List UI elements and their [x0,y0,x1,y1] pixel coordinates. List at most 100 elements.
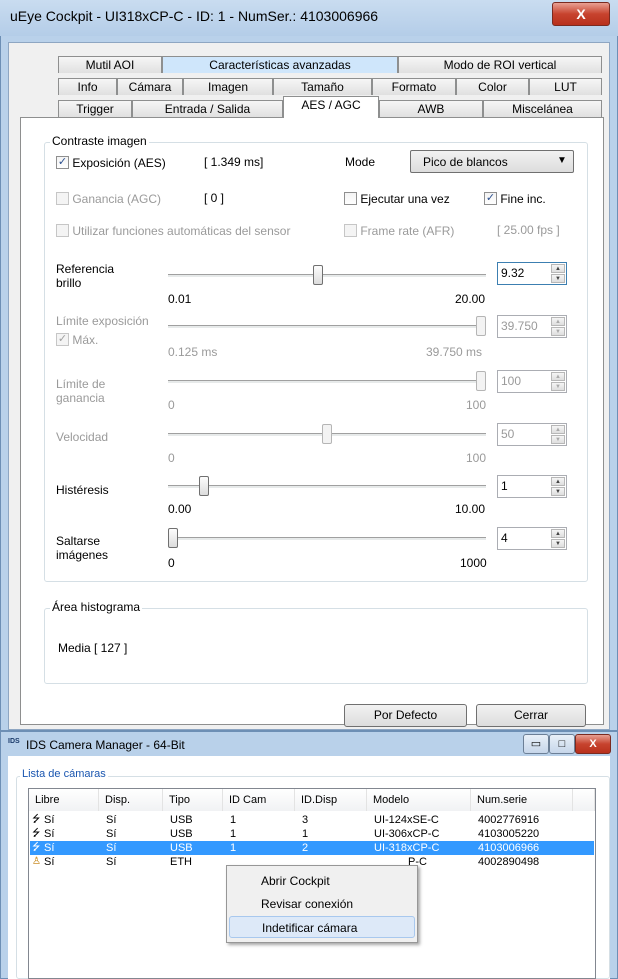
table-row[interactable]: ⭍ Sí Sí USB 1 1 UI-306xCP-C 4103005220 [30,827,594,841]
usb-icon: ⭍ [32,842,41,853]
spin-up-icon[interactable]: ▲ [551,425,565,434]
spin-down-icon[interactable]: ▼ [551,539,565,548]
spin-up-icon[interactable]: ▲ [551,477,565,486]
minimize-button[interactable]: ▭ [523,734,549,754]
exposure-checkbox[interactable]: ✓ [56,156,69,170]
column-header-numserie[interactable]: Num.serie [471,789,573,811]
spin-up-icon[interactable]: ▲ [551,317,565,326]
tab-awb[interactable]: AWB [379,100,483,117]
spinbox-value: 100 [501,374,522,388]
tab-multi-aoi[interactable]: Mutil AOI [58,56,162,73]
column-header-iddisp[interactable]: ID.Disp [295,789,367,811]
slider-max-label: 100 [466,451,487,465]
spin-up-icon[interactable]: ▲ [551,372,565,381]
menu-item-identify-camera[interactable]: Indetificar cámara [229,916,415,938]
slider-thumb[interactable] [322,424,332,444]
slider-thumb[interactable] [198,476,209,496]
column-header-libre[interactable]: Libre [29,789,99,811]
exposure-value: [ 1.349 ms] [204,155,264,169]
tab-lut[interactable]: LUT [529,78,602,95]
column-header-modelo[interactable]: Modelo [367,789,471,811]
spin-up-icon[interactable]: ▲ [551,264,565,273]
spin-down-icon[interactable]: ▼ [551,382,565,391]
spin-down-icon[interactable]: ▼ [551,487,565,496]
tab-size[interactable]: Tamaño [273,78,372,95]
tab-format[interactable]: Formato [372,78,456,95]
tab-trigger[interactable]: Trigger [58,100,132,117]
slider-label: Referencia brillo [56,262,115,290]
spinbox-value: 9.32 [501,266,525,280]
slider-track [168,380,486,384]
usb-icon: ⭍ [32,828,41,839]
tab-info[interactable]: Info [58,78,117,95]
slider-value-spinbox[interactable]: 100 ▲ ▼ [497,370,567,393]
frame-rate-checkbox-row[interactable]: Frame rate (AFR) [344,223,454,238]
column-header-filler [573,789,595,811]
slider-track [168,325,486,329]
maximize-icon: □ [558,738,566,750]
gain-checkbox[interactable] [56,192,69,206]
default-button[interactable]: Por Defecto [344,704,467,727]
gain-label: Ganancia (AGC) [72,191,162,206]
table-row-selected[interactable]: ⭍ Sí Sí USB 1 2 UI-318xCP-C 4103006966 [30,841,594,855]
column-header-idcam[interactable]: ID Cam [223,789,295,811]
cell-iddisp: 2 [302,842,309,854]
tab-input-output[interactable]: Entrada / Salida [132,100,283,117]
spin-down-icon[interactable]: ▼ [551,435,565,444]
tab-vertical-roi-mode[interactable]: Modo de ROI vertical [398,56,602,73]
fine-inc-checkbox[interactable]: ✓ [484,192,497,206]
tab-advanced-features[interactable]: Características avanzadas [162,56,398,73]
max-checkbox-row[interactable]: ✓ Máx. [56,332,98,347]
slider-thumb[interactable] [312,265,323,285]
fine-inc-checkbox-row[interactable]: ✓ Fine inc. [484,191,546,206]
sensor-auto-checkbox-row[interactable]: Utilizar funciones automáticas del senso… [56,223,290,238]
gain-checkbox-row[interactable]: Ganancia (AGC) [56,191,161,206]
run-once-checkbox[interactable] [344,192,357,206]
slider-value-spinbox[interactable]: 39.750 ▲ ▼ [497,315,567,338]
sensor-auto-checkbox[interactable] [56,224,69,238]
mode-select[interactable]: Pico de blancos ▼ [410,150,574,173]
tab-camera[interactable]: Cámara [117,78,183,95]
cell-tipo: USB [170,828,193,840]
slider-track [168,274,486,278]
slider-value-spinbox[interactable]: 4 ▲ ▼ [497,527,567,550]
cell-disp: Sí [106,842,117,854]
slider-min-label: 0.125 ms [168,345,218,359]
maximize-button[interactable]: □ [549,734,575,754]
close-button[interactable]: Cerrar [476,704,586,727]
spin-up-icon[interactable]: ▲ [551,529,565,538]
slider-value-spinbox[interactable]: 50 ▲ ▼ [497,423,567,446]
frame-rate-checkbox[interactable] [344,224,357,238]
cell-modelo: UI-318xCP-C [374,842,440,854]
slider-thumb[interactable] [476,316,486,336]
slider-value-spinbox[interactable]: 1 ▲ ▼ [497,475,567,498]
max-checkbox[interactable]: ✓ [56,333,69,347]
tab-image[interactable]: Imagen [183,78,273,95]
tab-aes-agc[interactable]: AES / AGC [283,96,379,118]
frame-rate-label: Frame rate (AFR) [360,223,455,238]
slider-track [168,485,486,489]
spin-down-icon[interactable]: ▼ [551,274,565,283]
slider-thumb[interactable] [476,371,486,391]
ethernet-icon: ♙ [32,856,41,867]
tab-miscellaneous[interactable]: Miscelánea [483,100,602,117]
exposure-checkbox-row[interactable]: ✓ Exposición (AES) [56,155,166,170]
cell-disp: Sí [106,828,117,840]
slider-max-label: 10.00 [455,502,486,516]
column-header-tipo[interactable]: Tipo [163,789,223,811]
menu-item-open-cockpit[interactable]: Abrir Cockpit [229,870,415,892]
context-menu: Abrir Cockpit Revisar conexión Indetific… [226,865,418,943]
slider-thumb[interactable] [168,528,178,548]
cell-tipo: USB [170,814,193,826]
column-header-disp[interactable]: Disp. [99,789,163,811]
menu-item-check-connection[interactable]: Revisar conexión [229,893,415,915]
slider-value-spinbox[interactable]: 9.32 ▲ ▼ [497,262,567,285]
spin-down-icon[interactable]: ▼ [551,327,565,336]
cell-disp: Sí [106,856,117,868]
run-once-checkbox-row[interactable]: Ejecutar una vez [344,191,450,206]
close-window-button[interactable]: X [552,2,610,26]
table-row[interactable]: ⭍ Sí Sí USB 1 3 UI-124xSE-C 4002776916 [30,813,594,827]
contrast-group-title: Contraste imagen [50,134,149,148]
manager-close-button[interactable]: X [575,734,611,754]
tab-color[interactable]: Color [456,78,529,95]
